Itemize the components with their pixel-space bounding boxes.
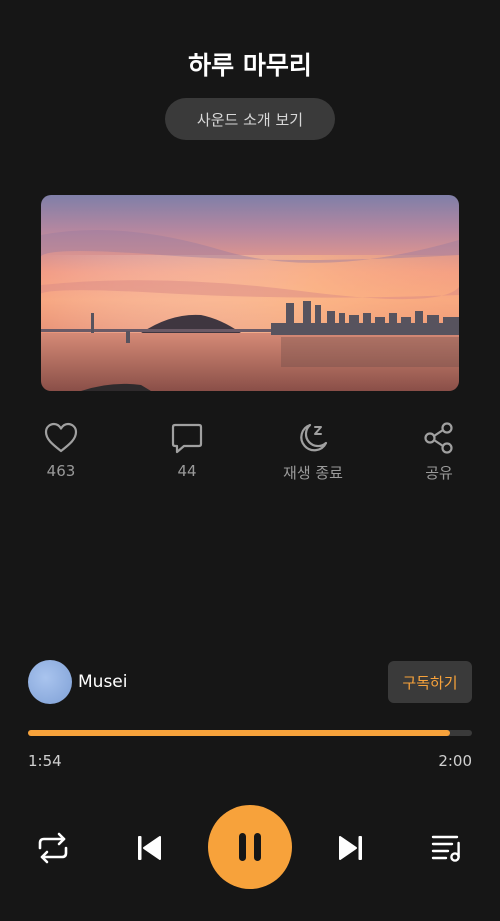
progress-fill [28,730,450,736]
comment-button[interactable]: 44 [132,420,242,480]
moon-sleep-icon [300,423,328,452]
playlist-button[interactable] [426,827,468,869]
pause-button[interactable] [208,805,292,889]
repeat-button[interactable] [32,827,74,869]
page-title: 하루 마무리 [188,51,312,80]
like-button[interactable]: 463 [6,420,116,480]
previous-button[interactable] [128,827,170,869]
sound-intro-label: 사운드 소개 보기 [196,110,304,129]
next-button[interactable] [330,827,372,869]
repeat-icon [38,832,68,864]
heart-icon [44,422,78,453]
comment-icon [171,423,203,454]
share-button[interactable]: 공유 [384,420,494,483]
pause-icon [239,833,261,861]
playlist-icon [431,835,460,862]
like-count: 463 [46,462,76,480]
player-controls [0,805,500,889]
sound-intro-button[interactable]: 사운드 소개 보기 [165,98,335,140]
previous-icon [138,836,161,860]
author-name[interactable]: Musei [78,672,127,692]
avatar[interactable] [28,660,72,704]
share-label: 공유 [425,464,453,482]
cover-image [41,195,459,391]
comment-count: 44 [177,462,197,480]
subscribe-label: 구독하기 [402,673,458,692]
next-icon [339,836,362,860]
action-bar: 463 44 재생 종료 공유 [0,420,500,490]
author-row: Musei 구독하기 [28,660,472,706]
sleep-timer-button[interactable]: 재생 종료 [258,420,368,483]
total-duration: 2:00 [438,752,472,770]
progress-bar[interactable] [28,730,472,736]
share-icon [424,422,453,454]
elapsed-time: 1:54 [28,752,62,770]
subscribe-button[interactable]: 구독하기 [388,661,472,703]
sleep-timer-label: 재생 종료 [283,464,343,482]
